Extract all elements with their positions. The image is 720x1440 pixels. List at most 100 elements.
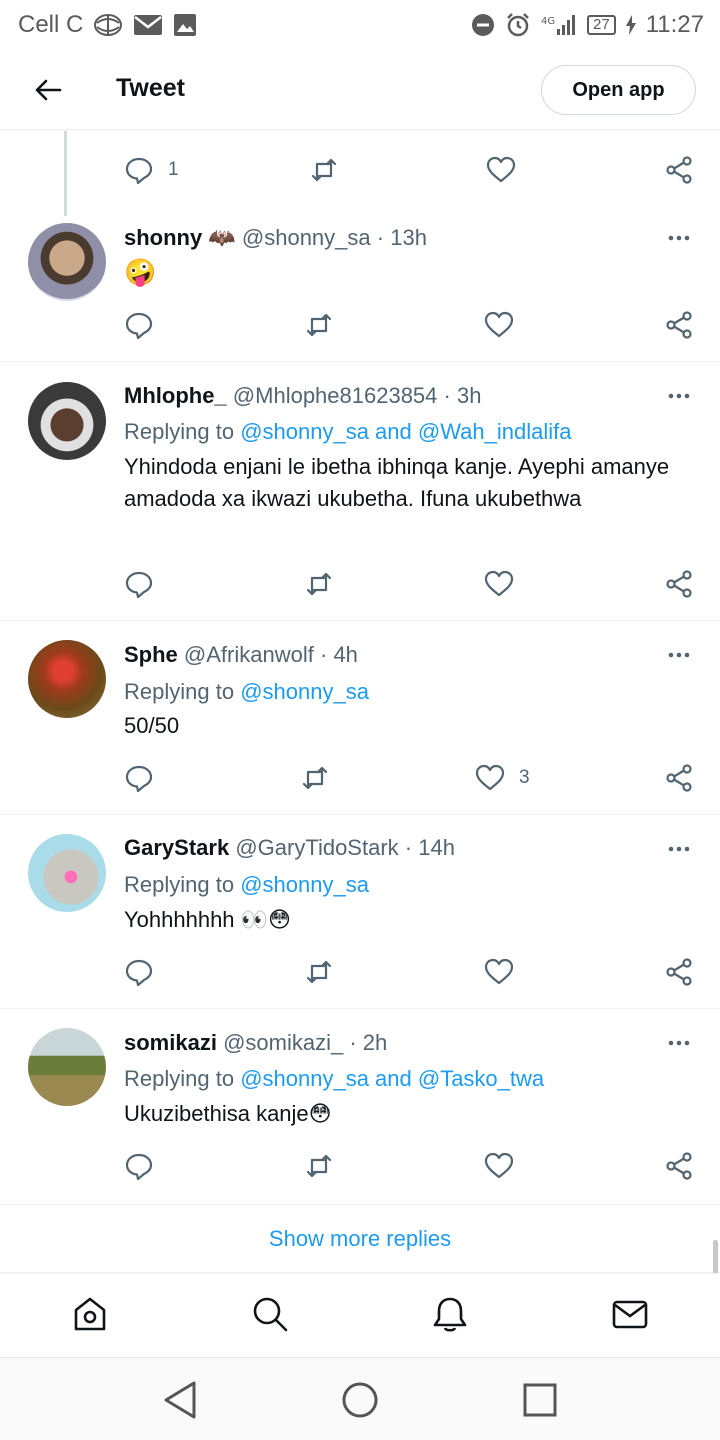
clock: 11:27	[645, 11, 704, 38]
replying-prefix: Replying to	[124, 679, 241, 704]
share-icon	[666, 1152, 692, 1180]
reply-tweet[interactable]: Sphe @Afrikanwolf · 4h Replying to @shon…	[0, 621, 720, 815]
more-dots-icon	[668, 652, 690, 658]
author-handle[interactable]: @Afrikanwolf	[184, 642, 314, 667]
author-handle[interactable]: @Mhlophe81623854	[233, 383, 438, 408]
reply-tweet[interactable]: shonny 🦇 @shonny_sa · 13h 🤪	[0, 205, 720, 362]
timestamp[interactable]: 3h	[457, 383, 481, 408]
nav-notifications[interactable]	[430, 1294, 470, 1334]
retweet-icon	[311, 158, 337, 182]
reply-button[interactable]	[124, 758, 154, 798]
author-name[interactable]: Mhlophe_	[124, 383, 227, 408]
like-button[interactable]	[484, 1146, 514, 1186]
reply-meta: Mhlophe_ @Mhlophe81623854 · 3h	[124, 383, 482, 408]
share-icon	[666, 311, 692, 339]
like-button[interactable]: 3	[475, 758, 530, 798]
mail-notification-icon	[133, 14, 163, 36]
system-nav-bar	[0, 1357, 720, 1440]
avatar[interactable]	[28, 1028, 106, 1106]
replying-prefix: Replying to	[124, 419, 241, 444]
battery-level: 27	[587, 15, 616, 35]
replying-to: Replying to @shonny_sa and @Tasko_twa	[124, 1066, 544, 1092]
share-icon	[666, 570, 692, 598]
avatar[interactable]	[28, 640, 106, 718]
mention-link[interactable]: @shonny_sa	[240, 679, 369, 704]
tweet-actions	[0, 952, 720, 992]
tweet-text: 50/50	[124, 713, 180, 738]
reply-meta: shonny 🦇 @shonny_sa · 13h	[124, 225, 427, 250]
reply-button[interactable]	[124, 564, 154, 604]
timestamp[interactable]: 13h	[390, 225, 427, 250]
mention-link[interactable]: @shonny_sa and @Tasko_twa	[240, 1066, 544, 1091]
retweet-button[interactable]	[304, 564, 334, 604]
more-options-button[interactable]	[666, 383, 692, 409]
like-button[interactable]	[486, 150, 516, 190]
replying-to: Replying to @shonny_sa	[124, 872, 369, 898]
retweet-button[interactable]	[309, 150, 339, 190]
reply-button[interactable]: 1	[124, 150, 179, 190]
back-button[interactable]	[30, 72, 66, 108]
more-options-button[interactable]	[666, 1030, 692, 1056]
like-button[interactable]	[484, 305, 514, 345]
share-button[interactable]	[664, 758, 694, 798]
share-button[interactable]	[664, 150, 694, 190]
author-name[interactable]: somikazi	[124, 1030, 217, 1055]
share-button[interactable]	[664, 1146, 694, 1186]
reply-icon	[125, 571, 153, 599]
avatar[interactable]	[28, 834, 106, 912]
tweet-actions	[0, 305, 720, 345]
messages-icon	[612, 1300, 648, 1329]
share-button[interactable]	[664, 564, 694, 604]
timestamp[interactable]: 14h	[418, 835, 455, 860]
bottom-nav	[0, 1273, 720, 1357]
svg-text:4G: 4G	[541, 16, 555, 27]
like-button[interactable]	[484, 952, 514, 992]
replying-to: Replying to @shonny_sa and @Wah_indlalif…	[124, 419, 571, 445]
reply-button[interactable]	[124, 952, 154, 992]
reply-icon	[125, 1153, 153, 1181]
reply-button[interactable]	[124, 1146, 154, 1186]
parent-tweet-actions: 1	[0, 150, 720, 190]
reply-tweet[interactable]: Mhlophe_ @Mhlophe81623854 · 3h Replying …	[0, 362, 720, 621]
nav-search[interactable]	[250, 1294, 290, 1334]
arrow-left-icon	[35, 79, 62, 101]
show-more-replies-button[interactable]: Show more replies	[0, 1205, 720, 1273]
timestamp[interactable]: 4h	[333, 642, 357, 667]
home-icon	[74, 1297, 106, 1331]
retweet-button[interactable]	[304, 1146, 334, 1186]
more-options-button[interactable]	[666, 836, 692, 862]
author-handle[interactable]: @shonny_sa	[242, 225, 371, 250]
like-button[interactable]	[484, 564, 514, 604]
more-options-button[interactable]	[666, 225, 692, 251]
mention-link[interactable]: @shonny_sa and @Wah_indlalifa	[240, 419, 571, 444]
avatar[interactable]	[28, 382, 106, 460]
more-options-button[interactable]	[666, 642, 692, 668]
author-handle[interactable]: @somikazi_	[223, 1030, 343, 1055]
carrier-label: Cell C	[18, 11, 84, 38]
system-back-button[interactable]	[158, 1378, 202, 1422]
gallery-notification-icon	[173, 13, 197, 37]
reply-button[interactable]	[124, 305, 154, 345]
system-home-button[interactable]	[338, 1378, 382, 1422]
avatar[interactable]	[28, 223, 106, 301]
author-name[interactable]: GaryStark	[124, 835, 229, 860]
reply-meta: Sphe @Afrikanwolf · 4h	[124, 642, 358, 667]
reply-tweet[interactable]: somikazi @somikazi_ · 2h Replying to @sh…	[0, 1009, 720, 1205]
author-handle[interactable]: @GaryTidoStark	[235, 835, 398, 860]
retweet-button[interactable]	[304, 952, 334, 992]
share-button[interactable]	[664, 305, 694, 345]
author-name[interactable]: shonny	[124, 225, 202, 250]
open-app-button[interactable]: Open app	[541, 65, 696, 115]
mention-link[interactable]: @shonny_sa	[240, 872, 369, 897]
author-name[interactable]: Sphe	[124, 642, 178, 667]
retweet-icon	[306, 572, 332, 596]
nav-home[interactable]	[70, 1294, 110, 1334]
timestamp[interactable]: 2h	[363, 1030, 387, 1055]
retweet-button[interactable]	[300, 758, 330, 798]
share-button[interactable]	[664, 952, 694, 992]
system-recents-button[interactable]	[518, 1378, 562, 1422]
retweet-button[interactable]	[304, 305, 334, 345]
more-dots-icon	[668, 235, 690, 241]
reply-tweet[interactable]: GaryStark @GaryTidoStark · 14h Replying …	[0, 815, 720, 1009]
nav-messages[interactable]	[610, 1294, 650, 1334]
